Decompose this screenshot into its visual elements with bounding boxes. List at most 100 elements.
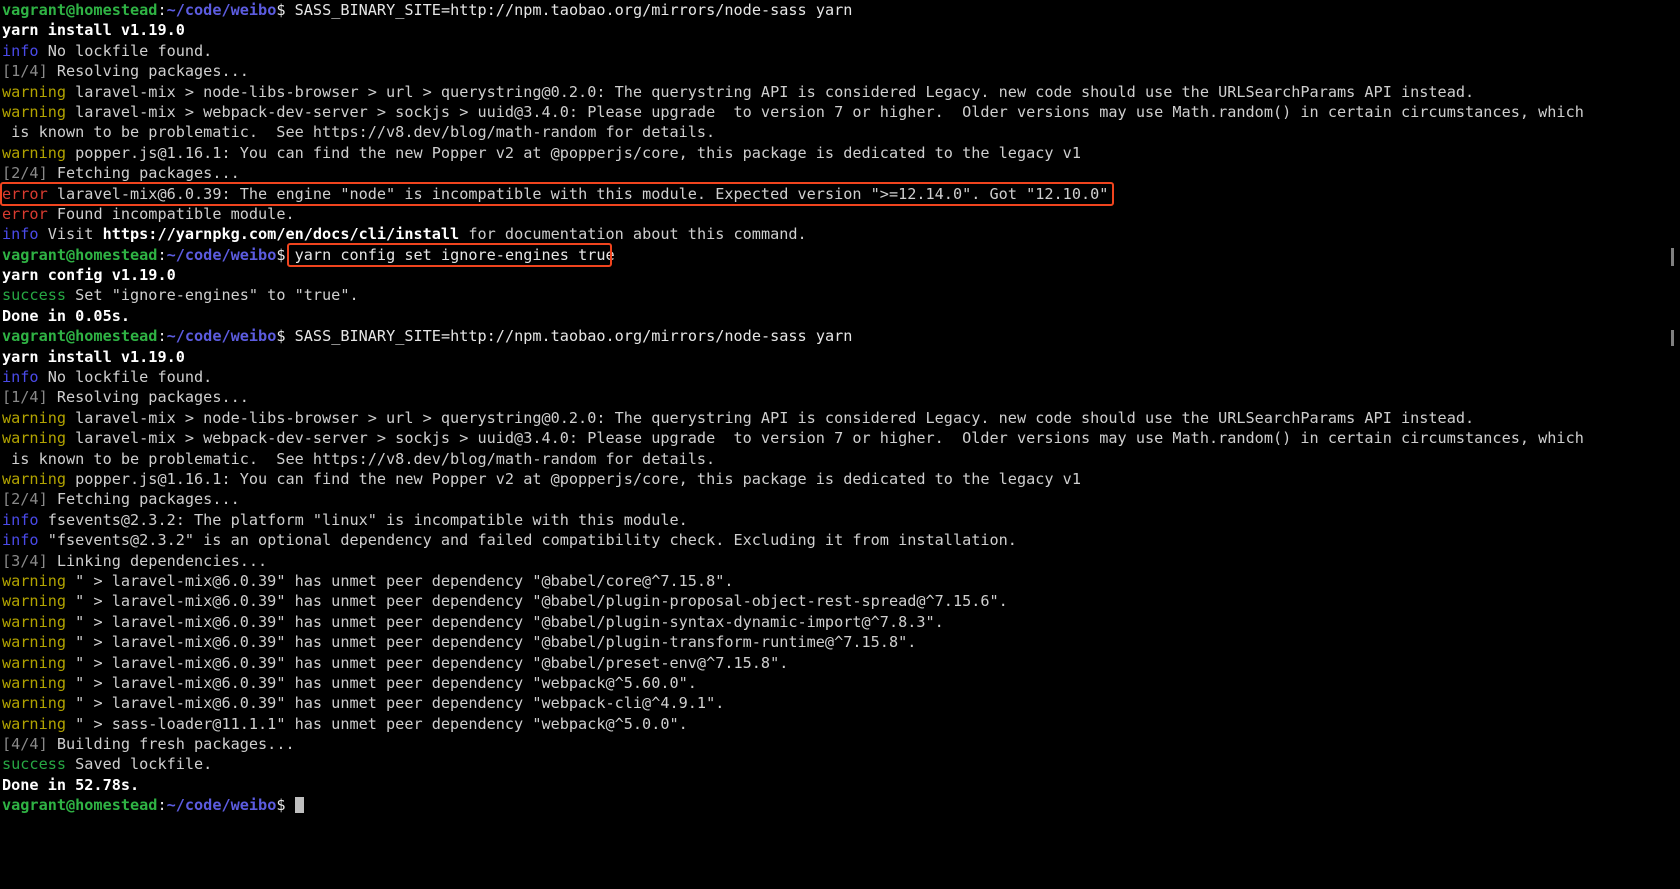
terminal-tag-warning: warning bbox=[2, 469, 76, 488]
terminal-text: Done in 0.05s. bbox=[2, 306, 131, 325]
terminal-line: [1/4] Resolving packages... bbox=[0, 387, 1680, 407]
terminal-text: Fetching packages... bbox=[56, 164, 240, 183]
terminal-text: Set "ignore-engines" to "true". bbox=[75, 286, 359, 305]
terminal-text: Resolving packages... bbox=[56, 62, 249, 81]
terminal-tag-info: info bbox=[2, 510, 48, 529]
terminal-text: " > sass-loader@11.1.1" has unmet peer d… bbox=[75, 714, 688, 733]
terminal-text: yarn install v1.19.0 bbox=[2, 347, 185, 366]
terminal-line: yarn config v1.19.0 bbox=[0, 265, 1680, 285]
terminal-line: warning laravel-mix > webpack-dev-server… bbox=[0, 102, 1680, 122]
terminal-text: fsevents@2.3.2: The platform "linux" is … bbox=[47, 510, 688, 529]
terminal-line: info No lockfile found. bbox=[0, 367, 1680, 387]
terminal-line: Done in 0.05s. bbox=[0, 306, 1680, 326]
terminal-line: warning " > laravel-mix@6.0.39" has unme… bbox=[0, 612, 1680, 632]
scroll-marker-tick[interactable] bbox=[1671, 248, 1674, 266]
terminal-step-tag: [2/4] bbox=[2, 490, 57, 509]
prompt-sigil: $ bbox=[276, 1, 295, 19]
terminal-prompt-line: vagrant@homestead:~/code/weibo$ SASS_BIN… bbox=[0, 326, 1680, 346]
terminal-cursor[interactable] bbox=[294, 797, 304, 814]
prompt-separator: : bbox=[157, 327, 167, 346]
terminal-line: error Found incompatible module. bbox=[0, 204, 1680, 224]
terminal-line: is known to be problematic. See https://… bbox=[0, 449, 1680, 469]
terminal-text: " > laravel-mix@6.0.39" has unmet peer d… bbox=[75, 653, 789, 672]
terminal-tag-warning: warning bbox=[2, 673, 76, 692]
terminal-prompt-line: vagrant@homestead:~/code/weibo$ SASS_BIN… bbox=[0, 0, 1680, 20]
prompt-user-host: vagrant@homestead bbox=[2, 796, 158, 815]
prompt-user-host: vagrant@homestead bbox=[2, 327, 158, 346]
terminal-link: https://yarnpkg.com/en/docs/cli/install bbox=[102, 225, 460, 244]
terminal-text: popper.js@1.16.1: You can find the new P… bbox=[75, 143, 1081, 162]
terminal-line: warning popper.js@1.16.1: You can find t… bbox=[0, 143, 1680, 163]
scroll-marker-tick[interactable] bbox=[1671, 330, 1674, 346]
terminal-text: "fsevents@2.3.2" is an optional dependen… bbox=[47, 531, 1017, 550]
terminal-tag-error: error bbox=[2, 204, 57, 223]
terminal-line: info fsevents@2.3.2: The platform "linux… bbox=[0, 510, 1680, 530]
terminal-text: No lockfile found. bbox=[47, 368, 213, 387]
terminal-text: " > laravel-mix@6.0.39" has unmet peer d… bbox=[75, 571, 734, 590]
terminal-text: laravel-mix > webpack-dev-server > sockj… bbox=[75, 429, 1584, 448]
terminal-tag-success: success bbox=[2, 286, 76, 305]
terminal-line: [3/4] Linking dependencies... bbox=[0, 551, 1680, 571]
terminal-line: is known to be problematic. See https://… bbox=[0, 122, 1680, 142]
prompt-path: ~/code/weibo bbox=[166, 796, 277, 815]
terminal-line: Done in 52.78s. bbox=[0, 775, 1680, 795]
terminal-text: Done in 52.78s. bbox=[2, 775, 140, 794]
terminal-text: Linking dependencies... bbox=[56, 551, 268, 570]
terminal-text: laravel-mix > node-libs-browser > url > … bbox=[75, 82, 1475, 101]
terminal-line: success Saved lockfile. bbox=[0, 754, 1680, 774]
terminal-command: SASS_BINARY_SITE=http://npm.taobao.org/m… bbox=[294, 1, 853, 19]
terminal-line: info No lockfile found. bbox=[0, 41, 1680, 61]
terminal-tag-warning: warning bbox=[2, 429, 76, 448]
terminal-tag-warning: warning bbox=[2, 653, 76, 672]
terminal-tag-info: info bbox=[2, 41, 48, 60]
terminal-text: for documentation about this command. bbox=[459, 225, 807, 244]
prompt-path: ~/code/weibo bbox=[166, 327, 277, 346]
terminal-line: info "fsevents@2.3.2" is an optional dep… bbox=[0, 530, 1680, 550]
prompt-path: ~/code/weibo bbox=[166, 1, 277, 19]
terminal-text: Resolving packages... bbox=[56, 388, 249, 407]
terminal-text: No lockfile found. bbox=[47, 41, 213, 60]
terminal-line: yarn install v1.19.0 bbox=[0, 20, 1680, 40]
terminal-tag-warning: warning bbox=[2, 612, 76, 631]
terminal-tag-warning: warning bbox=[2, 82, 76, 101]
terminal-step-tag: [1/4] bbox=[2, 388, 57, 407]
terminal-step-tag: [1/4] bbox=[2, 62, 57, 81]
prompt-sigil: $ bbox=[276, 796, 295, 815]
terminal-tag-warning: warning bbox=[2, 633, 76, 652]
terminal-line: warning " > laravel-mix@6.0.39" has unme… bbox=[0, 591, 1680, 611]
terminal-tag-info: info bbox=[2, 368, 48, 387]
terminal-text: laravel-mix > webpack-dev-server > sockj… bbox=[75, 102, 1584, 121]
terminal-line: [2/4] Fetching packages... bbox=[0, 163, 1680, 183]
terminal-tag-warning: warning bbox=[2, 592, 76, 611]
terminal-text: Fetching packages... bbox=[56, 490, 240, 509]
terminal-text: " > laravel-mix@6.0.39" has unmet peer d… bbox=[75, 633, 917, 652]
prompt-user-host: vagrant@homestead bbox=[2, 1, 158, 19]
terminal-line: error laravel-mix@6.0.39: The engine "no… bbox=[0, 184, 1680, 204]
terminal-text: " > laravel-mix@6.0.39" has unmet peer d… bbox=[75, 592, 1008, 611]
terminal-line: warning laravel-mix > node-libs-browser … bbox=[0, 82, 1680, 102]
terminal-line: warning " > laravel-mix@6.0.39" has unme… bbox=[0, 693, 1680, 713]
terminal-text: is known to be problematic. See https://… bbox=[2, 449, 716, 468]
terminal-prompt-line: vagrant@homestead:~/code/weibo$ yarn con… bbox=[0, 245, 1680, 265]
terminal-tag-success: success bbox=[2, 755, 76, 774]
terminal-command: yarn config set ignore-engines true bbox=[294, 245, 615, 264]
terminal-text: " > laravel-mix@6.0.39" has unmet peer d… bbox=[75, 612, 944, 631]
terminal-line: warning " > laravel-mix@6.0.39" has unme… bbox=[0, 673, 1680, 693]
terminal-text: Visit bbox=[47, 225, 103, 244]
prompt-sigil: $ bbox=[276, 245, 295, 264]
terminal-line: success Set "ignore-engines" to "true". bbox=[0, 285, 1680, 305]
terminal-text: Saved lockfile. bbox=[75, 755, 213, 774]
terminal-step-tag: [2/4] bbox=[2, 164, 57, 183]
prompt-path: ~/code/weibo bbox=[166, 245, 277, 264]
terminal-line: [2/4] Fetching packages... bbox=[0, 489, 1680, 509]
terminal-line: warning " > laravel-mix@6.0.39" has unme… bbox=[0, 571, 1680, 591]
terminal-line: warning popper.js@1.16.1: You can find t… bbox=[0, 469, 1680, 489]
terminal-line: [1/4] Resolving packages... bbox=[0, 61, 1680, 81]
terminal-tag-info: info bbox=[2, 225, 48, 244]
terminal-tag-warning: warning bbox=[2, 714, 76, 733]
prompt-separator: : bbox=[157, 245, 167, 264]
terminal-step-tag: [3/4] bbox=[2, 551, 57, 570]
terminal-tag-warning: warning bbox=[2, 571, 76, 590]
prompt-user-host: vagrant@homestead bbox=[2, 245, 158, 264]
terminal-window[interactable]: vagrant@homestead:~/code/weibo$ SASS_BIN… bbox=[0, 0, 1680, 889]
